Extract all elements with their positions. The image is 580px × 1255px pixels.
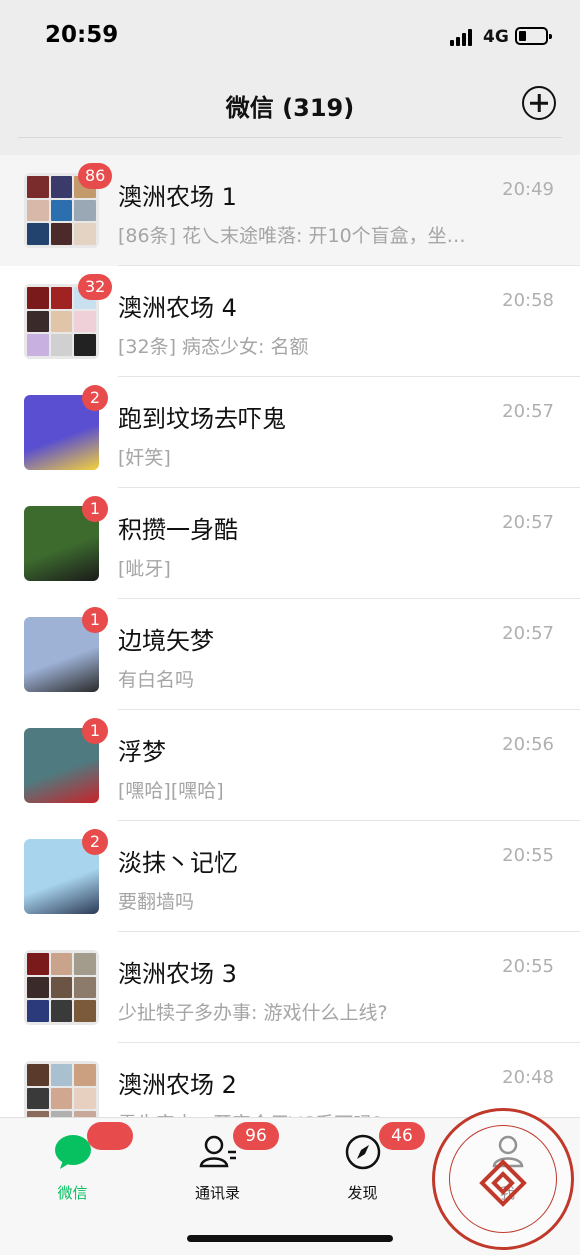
- home-indicator: [187, 1235, 393, 1242]
- chat-time: 20:57: [502, 623, 554, 644]
- divider: [18, 137, 562, 138]
- tab-contacts[interactable]: 通讯录 96: [145, 1118, 290, 1218]
- nav-bar: 微信 (319): [0, 70, 580, 140]
- chat-preview: [嘿哈][嘿哈]: [118, 780, 224, 802]
- signal-icon: [450, 28, 476, 46]
- unread-badge: 1: [82, 496, 108, 522]
- tab-label: 微信: [57, 1184, 88, 1202]
- chat-time: 20:57: [502, 512, 554, 533]
- contacts-icon: [199, 1135, 236, 1168]
- chat-preview: [奸笑]: [118, 447, 171, 469]
- status-bar: 20:59 4G: [0, 0, 580, 70]
- group-avatar: [24, 950, 99, 1025]
- chat-name: 澳洲农场 2: [118, 1071, 237, 1099]
- tab-label: 通讯录: [194, 1184, 240, 1202]
- chat-preview: 要翻墙吗: [118, 891, 195, 913]
- chat-name: 澳洲农场 4: [118, 294, 237, 322]
- chat-preview: [32条] 病态少女: 名额: [118, 336, 309, 358]
- chat-row[interactable]: 32 澳洲农场 4 20:58 [32条] 病态少女: 名额: [0, 266, 580, 377]
- unread-badge: 1: [82, 607, 108, 633]
- chat-row[interactable]: 澳洲农场 3 20:55 少扯犊子多办事: 游戏什么上线?: [0, 932, 580, 1043]
- unread-badge: 1: [82, 718, 108, 744]
- chat-name: 澳洲农场 3: [118, 960, 237, 988]
- chat-name: 积攒一身酷: [118, 516, 238, 544]
- chat-row[interactable]: 1 积攒一身酷 20:57 [呲牙]: [0, 488, 580, 599]
- chat-time: 20:49: [502, 179, 554, 200]
- tab-badge: 46: [379, 1122, 425, 1150]
- chat-name: 淡抹丶记忆: [118, 849, 238, 877]
- chat-time: 20:55: [502, 956, 554, 977]
- group-avatar: [24, 1061, 99, 1117]
- unread-badge: 86: [78, 163, 113, 189]
- chat-row[interactable]: 86 澳洲农场 1 20:49 [86条] 花乀末途唯落: 开10个盲盒，坐…: [0, 155, 580, 266]
- chat-row[interactable]: 1 浮梦 20:56 [嘿哈][嘿哈]: [0, 710, 580, 821]
- add-button[interactable]: [522, 86, 556, 120]
- chat-preview: 有白名吗: [118, 669, 195, 691]
- chat-row[interactable]: 1 边境矢梦 20:57 有白名吗: [0, 599, 580, 710]
- chat-preview: [呲牙]: [118, 558, 171, 580]
- compass-icon: [345, 1134, 380, 1170]
- tab-discover[interactable]: 发现 46: [290, 1118, 435, 1218]
- chat-time: 20:56: [502, 734, 554, 755]
- chat-time: 20:58: [502, 290, 554, 311]
- chat-name: 澳洲农场 1: [118, 183, 237, 211]
- tab-wechat[interactable]: 微信: [0, 1118, 145, 1218]
- chat-row[interactable]: 2 淡抹丶记忆 20:55 要翻墙吗: [0, 821, 580, 932]
- unread-badge: 2: [82, 385, 108, 411]
- tab-badge: [87, 1122, 133, 1150]
- chat-name: 边境矢梦: [118, 627, 214, 655]
- watermark-seal: [432, 1108, 574, 1250]
- unread-badge: 2: [82, 829, 108, 855]
- chat-time: 20:57: [502, 401, 554, 422]
- chat-list[interactable]: 86 澳洲农场 1 20:49 [86条] 花乀末途唯落: 开10个盲盒，坐… 32 澳洲…: [0, 155, 580, 1117]
- tab-label: 发现: [347, 1184, 378, 1202]
- status-time: 20:59: [45, 22, 119, 48]
- network-label: 4G: [483, 27, 509, 47]
- chat-name: 跑到坟场去吓鬼: [118, 405, 286, 433]
- chat-preview: 少扯犊子多办事: 游戏什么上线?: [118, 1002, 388, 1024]
- page-title: 微信 (319): [225, 94, 355, 122]
- chat-time: 20:55: [502, 845, 554, 866]
- chat-name: 浮梦: [118, 738, 166, 766]
- battery-icon: [515, 27, 552, 45]
- tab-badge: 96: [233, 1122, 279, 1150]
- unread-badge: 32: [78, 274, 113, 300]
- chat-row[interactable]: 澳洲农场 220:48需先完本，开完个用VC系可吗?: [0, 1043, 580, 1117]
- chat-preview: [86条] 花乀末途唯落: 开10个盲盒，坐…: [118, 225, 466, 247]
- chat-row[interactable]: 2 跑到坟场去吓鬼 20:57 [奸笑]: [0, 377, 580, 488]
- chat-time: 20:48: [502, 1067, 554, 1088]
